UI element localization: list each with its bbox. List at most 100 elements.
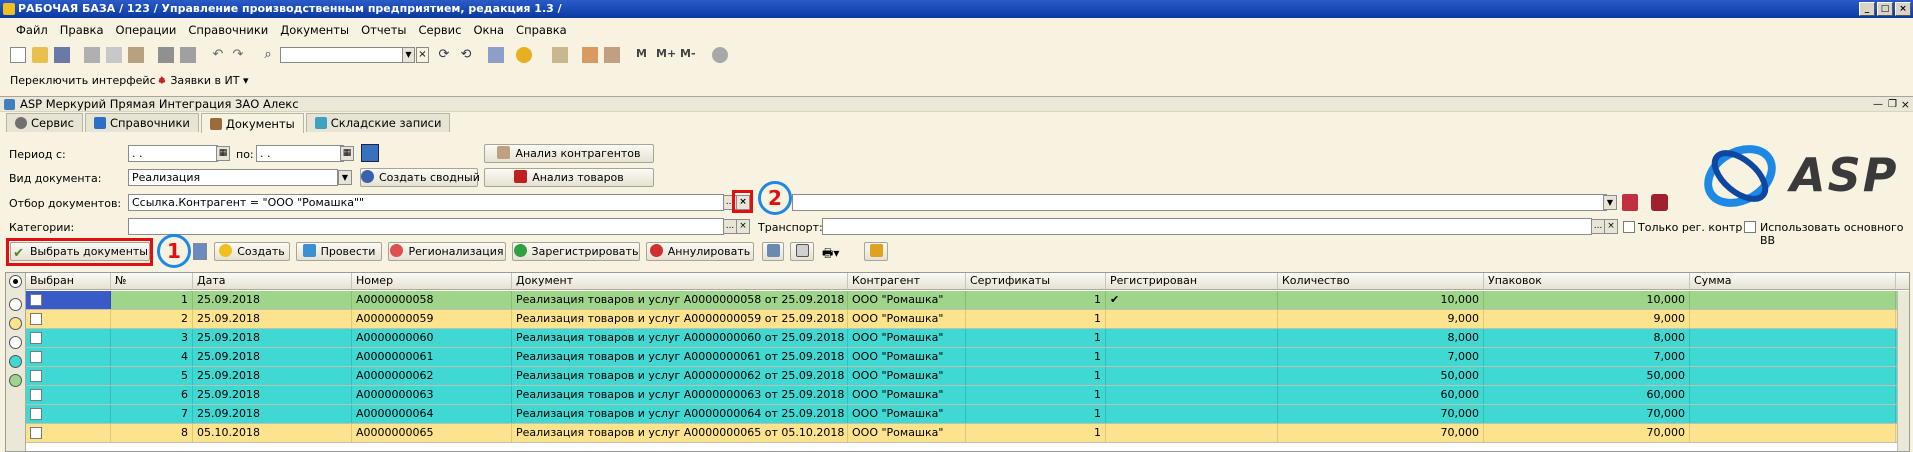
- table-row[interactable]: 3 25.09.2018 А0000000060 Реализация товаров…: [26, 329, 1909, 348]
- categories-clear-button[interactable]: ×: [736, 219, 750, 234]
- transport-select-button[interactable]: ...: [1591, 219, 1605, 234]
- col-header-selected[interactable]: Выбран: [26, 273, 111, 290]
- menu-file[interactable]: Файл: [10, 20, 54, 40]
- table-row[interactable]: 2 25.09.2018 А0000000059 Реализация товаров…: [26, 310, 1909, 329]
- regionalization-button[interactable]: Регионализация: [388, 242, 506, 261]
- period-to-input[interactable]: . .: [256, 145, 344, 162]
- subwindow-minimize-button[interactable]: —: [1873, 97, 1883, 112]
- memory-m-button[interactable]: M: [636, 47, 647, 60]
- categories-input[interactable]: [128, 218, 724, 235]
- minimize-button[interactable]: _: [1859, 2, 1875, 16]
- menu-service[interactable]: Сервис: [412, 20, 467, 40]
- copy-icon[interactable]: [106, 47, 122, 63]
- switch-interface-menu[interactable]: Переключить интерфейс ▾: [10, 74, 165, 87]
- transport-input[interactable]: [822, 218, 1592, 235]
- row-select-cell[interactable]: [26, 424, 111, 442]
- search-clear-icon[interactable]: ×: [416, 47, 429, 63]
- doc-type-dropdown-icon[interactable]: ▼: [338, 170, 352, 185]
- print-menu-button[interactable]: 🖶▾: [822, 244, 848, 260]
- annul-button[interactable]: Аннулировать: [646, 242, 754, 261]
- eraser-button[interactable]: [790, 242, 814, 261]
- menu-catalogs[interactable]: Справочники: [182, 20, 274, 40]
- table-row[interactable]: 7 25.09.2018 А0000000064 Реализация товаров…: [26, 405, 1909, 424]
- register-button[interactable]: Зарегистрировать: [512, 242, 640, 261]
- analysis-contractors-button[interactable]: Анализ контрагентов: [484, 144, 654, 163]
- row-select-cell[interactable]: [26, 329, 111, 347]
- col-header-packages[interactable]: Упаковок: [1484, 273, 1690, 290]
- tab-warehouse[interactable]: Складские записи: [305, 113, 451, 132]
- col-header-contractor[interactable]: Контрагент: [848, 273, 966, 290]
- row-marker[interactable]: [9, 317, 22, 330]
- calendar-icon[interactable]: [582, 47, 598, 63]
- table-row[interactable]: 1 25.09.2018 А0000000058 Реализация товаров…: [26, 291, 1909, 310]
- row-select-checkbox[interactable]: [30, 351, 42, 363]
- row-marker[interactable]: [9, 355, 22, 368]
- period-from-calendar-icon[interactable]: ▦: [216, 146, 230, 161]
- row-select-cell[interactable]: [26, 310, 111, 328]
- menu-operations[interactable]: Операции: [110, 20, 183, 40]
- row-select-cell[interactable]: [26, 405, 111, 423]
- col-header-doc-number[interactable]: Номер: [352, 273, 512, 290]
- col-header-certificates[interactable]: Сертификаты: [966, 273, 1106, 290]
- load-filter-icon[interactable]: [1651, 194, 1668, 211]
- table-row[interactable]: 5 25.09.2018 А0000000062 Реализация товаров…: [26, 367, 1909, 386]
- cut-icon[interactable]: [84, 47, 100, 63]
- calendar-settings-icon[interactable]: [361, 144, 379, 162]
- table-row[interactable]: 6 25.09.2018 А0000000063 Реализация товаров…: [26, 386, 1909, 405]
- tab-documents[interactable]: Документы: [200, 113, 304, 133]
- col-header-number[interactable]: №: [111, 273, 193, 290]
- search-input[interactable]: [280, 47, 415, 63]
- undo-icon[interactable]: ↶: [210, 47, 226, 63]
- new-doc-icon[interactable]: [10, 47, 26, 63]
- memory-minus-button[interactable]: M-: [680, 47, 696, 60]
- menu-windows[interactable]: Окна: [467, 20, 510, 40]
- period-to-calendar-icon[interactable]: ▦: [340, 146, 354, 161]
- row-select-checkbox[interactable]: [30, 427, 42, 439]
- row-select-checkbox[interactable]: [30, 294, 42, 306]
- paste-icon[interactable]: [128, 47, 144, 63]
- info-icon[interactable]: [516, 47, 532, 63]
- it-requests-menu[interactable]: ♠ Заявки в ИТ ▾: [157, 74, 249, 87]
- row-marker[interactable]: [9, 298, 22, 311]
- search-icon[interactable]: ⌕: [260, 47, 276, 63]
- memory-plus-button[interactable]: M+: [656, 47, 676, 60]
- doc-type-select[interactable]: Реализация: [128, 169, 338, 186]
- col-header-sum[interactable]: Сумма: [1690, 273, 1896, 290]
- save-icon[interactable]: [54, 47, 70, 63]
- table-icon[interactable]: [604, 47, 620, 63]
- row-select-cell[interactable]: [26, 367, 111, 385]
- col-header-date[interactable]: Дата: [193, 273, 352, 290]
- row-marker-header[interactable]: [9, 275, 22, 288]
- windows-icon[interactable]: [488, 47, 504, 63]
- filter-extra-input[interactable]: [792, 194, 1607, 211]
- maximize-button[interactable]: □: [1877, 2, 1893, 16]
- close-button[interactable]: ×: [1895, 2, 1911, 16]
- calculator-icon[interactable]: [552, 47, 568, 63]
- col-header-document[interactable]: Документ: [512, 273, 848, 290]
- vertical-scrollbar[interactable]: [1897, 291, 1909, 451]
- tab-service[interactable]: Сервис: [6, 113, 83, 132]
- create-button[interactable]: Создать: [214, 242, 290, 261]
- period-from-input[interactable]: . .: [128, 145, 218, 162]
- row-select-cell[interactable]: [26, 386, 111, 404]
- col-header-quantity[interactable]: Количество: [1278, 273, 1484, 290]
- table-row[interactable]: 8 05.10.2018 А0000000065 Реализация товаров…: [26, 424, 1909, 443]
- create-summary-button[interactable]: Создать сводный: [360, 168, 480, 187]
- excel-button[interactable]: [864, 242, 888, 261]
- find-next-icon[interactable]: ⟳: [436, 47, 452, 63]
- post-button[interactable]: Провести: [296, 242, 382, 261]
- analysis-goods-button[interactable]: Анализ товаров: [484, 168, 654, 187]
- table-row[interactable]: 4 25.09.2018 А0000000061 Реализация товаров…: [26, 348, 1909, 367]
- subwindow-maximize-button[interactable]: ❐: [1888, 97, 1897, 112]
- open-folder-icon[interactable]: [32, 47, 48, 63]
- row-marker[interactable]: [9, 336, 22, 349]
- menu-help[interactable]: Справка: [510, 20, 573, 40]
- menu-documents[interactable]: Документы: [274, 20, 355, 40]
- menu-edit[interactable]: Правка: [54, 20, 110, 40]
- tab-catalogs[interactable]: Справочники: [84, 113, 199, 132]
- print-icon[interactable]: [158, 47, 174, 63]
- row-select-checkbox[interactable]: [30, 370, 42, 382]
- filter-dropdown-icon[interactable]: ▼: [1603, 195, 1617, 210]
- search-dropdown-icon[interactable]: ▼: [402, 47, 415, 63]
- row-select-cell[interactable]: [26, 348, 111, 366]
